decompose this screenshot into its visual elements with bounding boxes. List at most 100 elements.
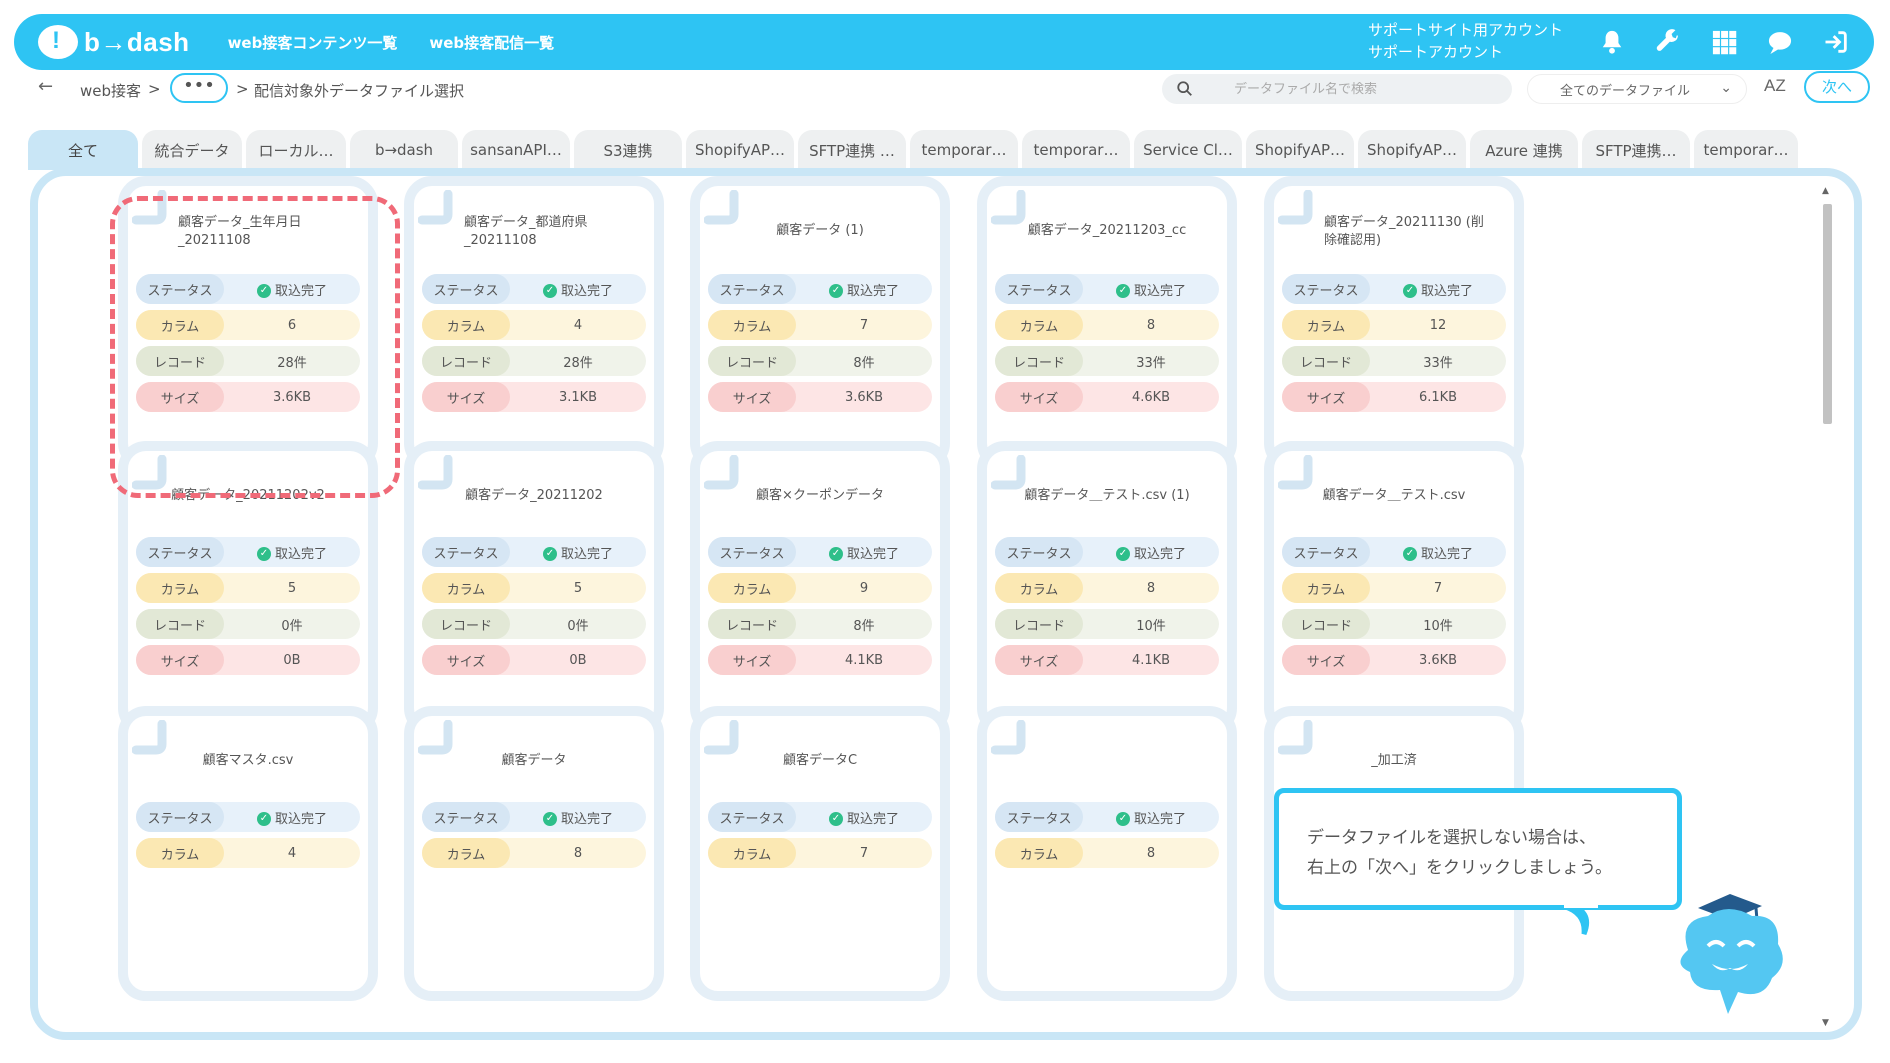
column-row-label: カラム (422, 573, 510, 603)
tab-azure[interactable]: Azure 連携 (1470, 130, 1578, 170)
check-circle-icon: ✓ (1402, 547, 1417, 561)
grid-icon[interactable] (1707, 25, 1741, 59)
wrench-icon[interactable] (1651, 25, 1685, 59)
status-row: ステータス✓取込完了 (708, 537, 932, 567)
tab-sftp-2[interactable]: SFTP連携… (1582, 130, 1690, 170)
file-card[interactable]: 顧客×クーポンデータ ステータス ✓ 取込完了 カラム 9 レコード 8件 サイズ 4.1KB (690, 441, 950, 736)
size-row: サイズ 6.1KB (1282, 382, 1506, 412)
mascot-icon (1680, 894, 1783, 1014)
account-site-label: サポートサイト用アカウント (1368, 21, 1564, 39)
logo[interactable]: b→dash (38, 25, 190, 59)
search-input[interactable] (1234, 81, 1494, 97)
file-card[interactable]: 顧客データ_生年月日_20211108 ステータス ✓ 取込完了 カラム 6 レコード 28件… (118, 176, 378, 471)
breadcrumb-more-button[interactable]: ••• (170, 73, 228, 103)
check-circle-icon: ✓ (828, 284, 843, 298)
file-card[interactable]: ステータス ✓ 取込完了 カラム 8 (977, 706, 1237, 1001)
file-card-title: 顧客データ_20211202 (465, 488, 603, 503)
record-row-label: レコード (136, 609, 224, 639)
record-row-label: レコード (708, 609, 796, 639)
column-row-label: カラム (422, 310, 510, 340)
scroll-up-icon[interactable]: ▲ (1822, 186, 1829, 196)
size-row-value: 0B (283, 652, 301, 668)
sub-bar: ← web接客 > ••• > 配信対象外データファイル選択 全てのデータファイ… (12, 70, 1876, 110)
size-row-value: 4.1KB (844, 652, 884, 668)
tab-shopify-3[interactable]: ShopifyAP… (1358, 130, 1466, 170)
chat-icon[interactable] (1763, 25, 1797, 59)
size-row-value: 3.1KB (558, 389, 598, 405)
column-row-value: 6 (287, 317, 297, 333)
size-row-label: サイズ (422, 645, 510, 675)
column-row-value: 7 (859, 317, 869, 333)
column-row: カラム 8 (995, 573, 1219, 603)
column-row: カラム 4 (136, 838, 360, 868)
record-row: レコード 0件 (422, 609, 646, 639)
file-card[interactable]: 顧客データ (1) ステータス ✓ 取込完了 カラム 7 レコード 8件 サイズ 3.6KB (690, 176, 950, 471)
record-row: レコード 28件 (136, 346, 360, 376)
tab-temporary-3[interactable]: temporar… (1694, 130, 1798, 170)
column-row: カラム 8 (995, 838, 1219, 868)
record-row-label: レコード (136, 346, 224, 376)
status-value: ✓取込完了 (1370, 280, 1506, 299)
tab-sftp-1[interactable]: SFTP連携 … (798, 130, 906, 170)
tab-shopify-1[interactable]: ShopifyAP… (686, 130, 794, 170)
scrollbar[interactable]: ▲ ▼ (1820, 186, 1834, 1028)
tab-integrated[interactable]: 統合データ (142, 130, 242, 170)
account-info[interactable]: サポートサイト用アカウント サポートアカウント (1368, 19, 1563, 63)
scrollbar-thumb[interactable] (1823, 204, 1832, 424)
file-card[interactable]: 顧客データC ステータス ✓ 取込完了 カラム 7 (690, 706, 950, 1001)
file-filter-select[interactable]: 全てのデータファイル ⌄ (1527, 74, 1747, 104)
tab-shopify-2[interactable]: ShopifyAP… (1246, 130, 1354, 170)
sort-az-button[interactable]: AZ (1764, 76, 1786, 96)
file-card-title: 顧客データ_20211130 (削除確認用) (1324, 215, 1484, 248)
nav-web-delivery-list[interactable]: web接客配信一覧 (429, 32, 554, 53)
file-card[interactable]: 顧客データ_都道府県_20211108 ステータス ✓ 取込完了 カラム 4 レコード 28件… (404, 176, 664, 471)
file-card[interactable]: 顧客データ_20211203_cc ステータス ✓ 取込完了 カラム 8 レコード 33件 サイ… (977, 176, 1237, 471)
tab-temporary-1[interactable]: temporar… (910, 130, 1018, 170)
tab-service-cloud[interactable]: Service Cl… (1134, 130, 1242, 170)
logout-icon[interactable] (1819, 25, 1853, 59)
size-row: サイズ 4.1KB (708, 645, 932, 675)
bell-icon[interactable] (1595, 25, 1629, 59)
file-card-title: 顧客データ (501, 753, 567, 768)
size-row: サイズ 4.1KB (995, 645, 1219, 675)
status-row-label: ステータス (995, 537, 1083, 567)
column-row-value: 5 (287, 580, 297, 596)
record-row-value: 8件 (853, 355, 875, 371)
file-card[interactable]: 顧客データ_20211130 (削除確認用) ステータス ✓ 取込完了 カラム 12 レコー… (1264, 176, 1524, 471)
next-button[interactable]: 次へ (1804, 71, 1870, 103)
status-value-text: 取込完了 (1133, 283, 1186, 299)
status-value: ✓取込完了 (224, 543, 360, 562)
column-row: カラム 8 (995, 310, 1219, 340)
status-row-label: ステータス (1282, 537, 1370, 567)
tab-s3[interactable]: S3連携 (574, 130, 682, 170)
nav-web-content-list[interactable]: web接客コンテンツ一覧 (228, 32, 398, 53)
file-card[interactable]: 顧客データ_20211202v2 ステータス ✓ 取込完了 カラム 5 レコード 0件 サイズ 0… (118, 441, 378, 736)
breadcrumb-root[interactable]: web接客 (80, 80, 141, 101)
size-row-label: サイズ (1282, 645, 1370, 675)
file-card[interactable]: 顧客データ ステータス ✓ 取込完了 カラム 8 (404, 706, 664, 1001)
tab-all[interactable]: 全て (28, 130, 138, 170)
file-card[interactable]: 顧客データ＿テスト.csv (1) ステータス ✓ 取込完了 カラム 8 レコード 10件 サイ… (977, 441, 1237, 736)
size-row-label: サイズ (422, 382, 510, 412)
record-row-label: レコード (1282, 609, 1370, 639)
record-row-value: 28件 (563, 355, 593, 371)
status-row-label: ステータス (708, 802, 796, 832)
file-card[interactable]: 顧客データ＿テスト.csv ステータス ✓ 取込完了 カラム 7 レコード 10件 サイズ 3.6… (1264, 441, 1524, 736)
tab-sansan-api[interactable]: sansanAPI… (462, 130, 570, 170)
status-value: ✓取込完了 (1370, 543, 1506, 562)
back-arrow-icon[interactable]: ← (38, 76, 53, 97)
status-value: ✓取込完了 (796, 280, 932, 299)
tab-temporary-2[interactable]: temporar… (1022, 130, 1130, 170)
scroll-down-icon[interactable]: ▼ (1822, 1018, 1829, 1028)
size-row-label: サイズ (995, 645, 1083, 675)
tab-bdash[interactable]: b→dash (350, 130, 458, 170)
check-circle-icon: ✓ (828, 812, 843, 826)
file-card[interactable]: 顧客マスタ.csv ステータス ✓ 取込完了 カラム 4 (118, 706, 378, 1001)
check-circle-icon: ✓ (256, 812, 271, 826)
status-value-text: 取込完了 (560, 283, 613, 299)
tab-local[interactable]: ローカル… (246, 130, 346, 170)
size-row-value: 3.6KB (1418, 652, 1458, 668)
file-card[interactable]: 顧客データ_20211202 ステータス ✓ 取込完了 カラム 5 レコード 0件 サイズ 0B (404, 441, 664, 736)
status-value-text: 取込完了 (560, 546, 613, 562)
column-row-label: カラム (422, 838, 510, 868)
